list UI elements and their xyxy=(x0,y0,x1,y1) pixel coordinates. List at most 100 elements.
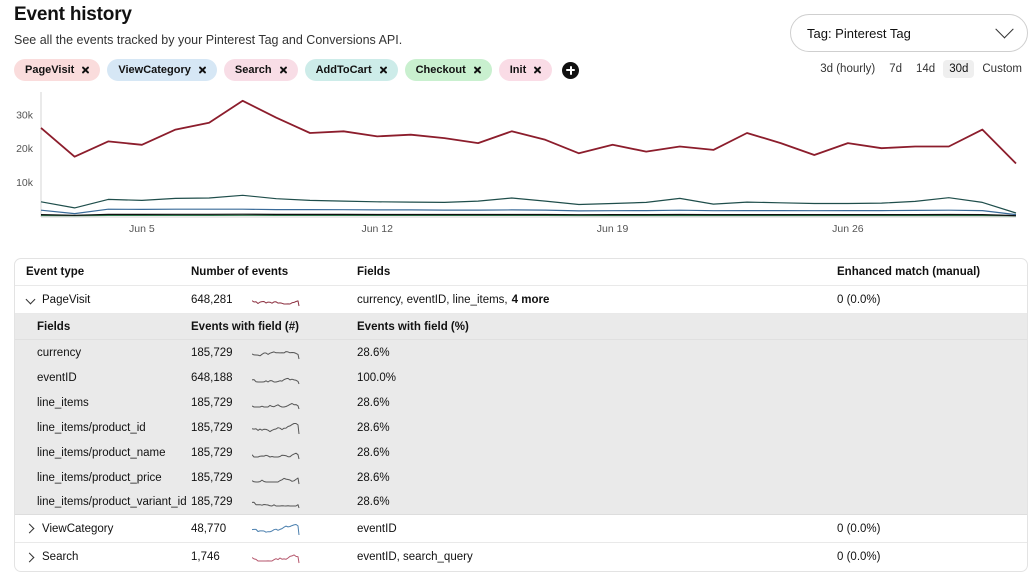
sub-table-row: line_items/product_name 185,729 28.6% xyxy=(15,440,1027,465)
fields-list: currency, eventID, line_items, xyxy=(357,293,508,306)
event-history-chart: 10k 20k 30k Jun 5 Jun 12 Jun 19 Jun 26 xyxy=(0,86,1035,238)
sparkline xyxy=(252,501,300,509)
field-count-value: 185,729 xyxy=(191,346,233,359)
close-icon[interactable] xyxy=(379,66,388,75)
close-icon[interactable] xyxy=(279,66,288,75)
filter-chip-init[interactable]: Init xyxy=(498,59,553,81)
sparkline xyxy=(252,477,300,484)
field-count-value: 185,729 xyxy=(191,421,233,434)
sparkline xyxy=(252,554,300,564)
sub-column-header-events-pct: Events with field (%) xyxy=(357,320,469,333)
fields-more-link[interactable]: 4 more xyxy=(512,294,550,306)
sparkline xyxy=(252,422,300,434)
tag-select-dropdown[interactable]: Tag: Pinterest Tag xyxy=(790,14,1028,52)
table-row[interactable]: ViewCategory 48,770 eventID 0 (0.0%) xyxy=(15,515,1027,543)
column-header-fields: Fields xyxy=(357,266,391,278)
chart-x-tick-label: Jun 26 xyxy=(832,223,864,235)
chart-x-tick-label: Jun 19 xyxy=(597,223,629,235)
event-type-cell[interactable]: ViewCategory xyxy=(15,523,191,535)
table-row[interactable]: Search 1,746 eventID, search_query 0 (0.0%) xyxy=(15,543,1027,571)
enhanced-match-cell: 0 (0.0%) xyxy=(837,522,881,535)
field-count-value: 185,729 xyxy=(191,471,233,484)
table-row[interactable]: PageVisit 648,281 currency, eventID, line_… xyxy=(15,286,1027,314)
event-count-value: 648,281 xyxy=(191,293,233,306)
field-count-cell: 185,729 xyxy=(191,396,357,410)
field-name-cell: line_items xyxy=(37,396,89,409)
date-range-selector: 3d (hourly) 7d 14d 30d Custom xyxy=(814,60,1028,78)
filter-chip-search[interactable]: Search xyxy=(223,59,298,81)
close-icon[interactable] xyxy=(198,66,207,75)
chevron-right-icon[interactable] xyxy=(26,553,35,562)
field-count-value: 648,188 xyxy=(191,371,233,384)
field-name-cell: line_items/product_variant_id xyxy=(37,496,187,508)
sub-table-row: line_items 185,729 28.6% xyxy=(15,390,1027,415)
range-option-7d[interactable]: 7d xyxy=(883,60,908,78)
sub-column-header-fields: Fields xyxy=(37,320,71,333)
number-of-events-cell: 648,281 xyxy=(191,293,357,307)
range-option-3d-hourly-[interactable]: 3d (hourly) xyxy=(814,60,881,78)
field-count-value: 185,729 xyxy=(191,446,233,459)
field-name-cell: line_items/product_price xyxy=(37,471,162,484)
close-icon[interactable] xyxy=(81,66,90,75)
field-name-cell: line_items/product_name xyxy=(37,446,166,459)
sub-table-row: eventID 648,188 100.0% xyxy=(15,365,1027,390)
event-type-cell[interactable]: Search xyxy=(15,551,191,563)
range-option-30d[interactable]: 30d xyxy=(943,60,975,78)
field-percent-cell: 28.6% xyxy=(357,396,390,409)
chart-x-tick-label: Jun 5 xyxy=(129,223,155,235)
sub-table-row: currency 185,729 28.6% xyxy=(15,340,1027,365)
fields-list: eventID, search_query xyxy=(357,551,473,563)
chart-y-tick-label: 20k xyxy=(16,143,34,155)
tag-select-value: Tag: Pinterest Tag xyxy=(807,25,911,41)
filter-chip-addtocart[interactable]: AddToCart xyxy=(304,59,398,81)
field-name-cell: line_items/product_id xyxy=(37,421,146,434)
field-count-cell: 185,729 xyxy=(191,421,357,435)
sub-table-header-row: Fields Events with field (#) Events with f… xyxy=(15,314,1027,340)
field-percent-cell: 28.6% xyxy=(357,471,390,484)
field-count-cell: 185,729 xyxy=(191,495,357,509)
range-option-14d[interactable]: 14d xyxy=(910,60,941,78)
filter-chip-label: Init xyxy=(509,64,527,76)
filter-chip-label: ViewCategory xyxy=(118,64,191,76)
filter-chip-checkout[interactable]: Checkout xyxy=(404,59,492,81)
field-percent-cell: 28.6% xyxy=(357,421,390,434)
chart-y-tick-label: 10k xyxy=(16,177,34,189)
chevron-right-icon[interactable] xyxy=(26,524,35,533)
chevron-down-icon xyxy=(995,19,1014,38)
field-count-value: 185,729 xyxy=(191,396,233,409)
add-filter-button[interactable] xyxy=(562,61,580,79)
field-count-cell: 185,729 xyxy=(191,346,357,360)
number-of-events-cell: 48,770 xyxy=(191,522,357,536)
event-type-label: ViewCategory xyxy=(42,522,114,535)
page-subtitle: See all the events tracked by your Pinte… xyxy=(14,33,403,47)
sparkline xyxy=(252,377,300,384)
filter-chip-pagevisit[interactable]: PageVisit xyxy=(14,59,101,81)
close-icon[interactable] xyxy=(533,66,542,75)
enhanced-match-cell: 0 (0.0%) xyxy=(837,551,881,563)
sparkline xyxy=(252,523,300,535)
chart-y-tick-label: 30k xyxy=(16,109,34,121)
field-name-cell: eventID xyxy=(37,371,77,384)
chart-series-checkout xyxy=(40,214,1017,217)
filter-chip-label: PageVisit xyxy=(25,64,75,76)
filter-chip-viewcategory[interactable]: ViewCategory xyxy=(107,59,217,81)
event-count-value: 1,746 xyxy=(191,551,220,563)
range-option-custom[interactable]: Custom xyxy=(976,60,1028,78)
field-count-cell: 185,729 xyxy=(191,471,357,485)
chevron-down-icon[interactable] xyxy=(26,295,35,304)
field-count-value: 185,729 xyxy=(191,496,233,508)
sparkline xyxy=(252,299,300,306)
page-title: Event history xyxy=(14,4,132,25)
chart-x-tick-label: Jun 12 xyxy=(361,223,393,235)
sparkline xyxy=(252,350,300,359)
column-header-event-type: Event type xyxy=(26,266,85,278)
fields-cell: eventID, search_query xyxy=(357,551,837,563)
event-type-label: Search xyxy=(42,551,79,563)
field-percent-cell: 100.0% xyxy=(357,371,397,384)
fields-cell: eventID xyxy=(357,523,837,535)
sub-column-header-events-count: Events with field (#) xyxy=(191,320,299,333)
event-type-cell[interactable]: PageVisit xyxy=(15,294,191,306)
filter-chip-label: AddToCart xyxy=(315,64,372,76)
fields-list: eventID xyxy=(357,522,397,535)
close-icon[interactable] xyxy=(473,66,482,75)
